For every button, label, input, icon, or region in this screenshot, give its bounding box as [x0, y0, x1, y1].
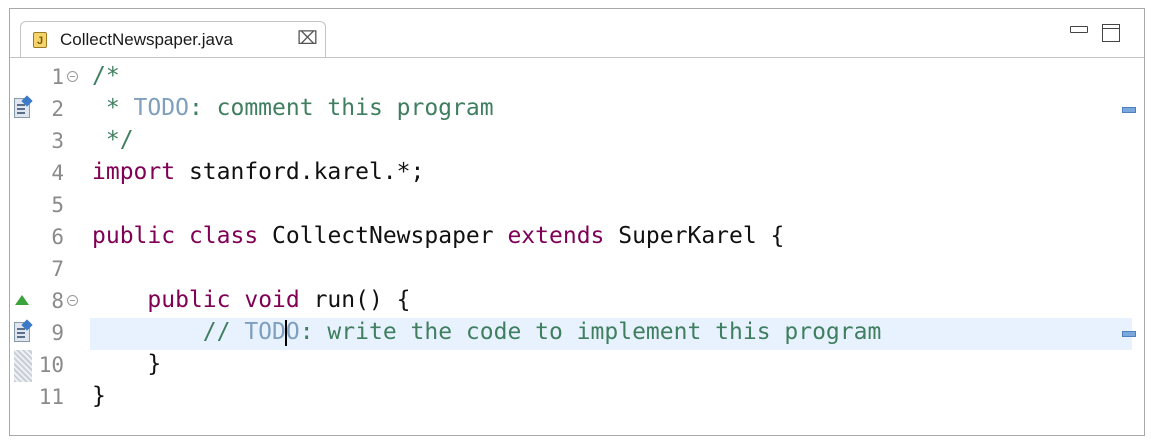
line-number: 8 [51, 289, 64, 313]
overview-ruler-marker[interactable] [1122, 107, 1136, 113]
line-number: 5 [51, 193, 64, 217]
line-number: 2 [51, 97, 64, 121]
code-editor[interactable]: 1 /* 2 * TODO: comment this program 3 */… [10, 58, 1144, 435]
tab-collectnewspaper[interactable]: J CollectNewspaper.java ⌧ [20, 21, 326, 57]
close-icon[interactable]: ⌧ [297, 28, 318, 49]
line-number: 6 [51, 225, 64, 249]
code-line: 1 /* [10, 62, 1144, 94]
code-text: } [92, 383, 106, 409]
code-text: } [92, 351, 162, 377]
code-line: 6 public class CollectNewspaper extends … [10, 222, 1144, 254]
code-text: */ [92, 127, 134, 153]
code-line: 8 public void run() { [10, 286, 1144, 318]
code-line: 5 [10, 190, 1144, 222]
code-text: public void run() { [147, 287, 411, 313]
code-text: public class CollectNewspaper extends Su… [92, 223, 785, 249]
fold-collapse-icon[interactable] [67, 71, 78, 82]
line-number: 1 [51, 65, 64, 89]
line-number: 7 [51, 257, 64, 281]
fold-collapse-icon[interactable] [67, 295, 78, 306]
code-line: 11 } [10, 382, 1144, 414]
code-text: // TODO: write the code to implement thi… [92, 319, 882, 346]
line-number: 10 [38, 353, 64, 377]
tab-label: CollectNewspaper.java [60, 30, 233, 49]
code-line: 3 */ [10, 126, 1144, 158]
code-line: 4 import stanford.karel.*; [10, 158, 1144, 190]
code-line: 7 [10, 254, 1144, 286]
maximize-icon[interactable] [1102, 24, 1120, 42]
line-number: 4 [51, 161, 64, 185]
line-number: 9 [51, 321, 64, 345]
code-text: /* [92, 63, 120, 89]
line-number: 3 [51, 129, 64, 153]
java-file-icon: J [33, 32, 47, 48]
minimize-icon[interactable] [1070, 26, 1088, 33]
editor-window: J CollectNewspaper.java ⌧ 1 /* 2 * TODO:… [9, 8, 1145, 436]
tab-bar: J CollectNewspaper.java ⌧ [10, 9, 1144, 58]
code-text: import stanford.karel.*; [92, 159, 425, 185]
code-line-current: 9 // TODO: write the code to implement t… [10, 318, 1144, 350]
code-line: 10 } [10, 350, 1144, 382]
code-text: * TODO: comment this program [92, 95, 494, 121]
line-number: 11 [38, 385, 64, 409]
overview-ruler-marker[interactable] [1122, 331, 1136, 337]
code-line: 2 * TODO: comment this program [10, 94, 1144, 126]
